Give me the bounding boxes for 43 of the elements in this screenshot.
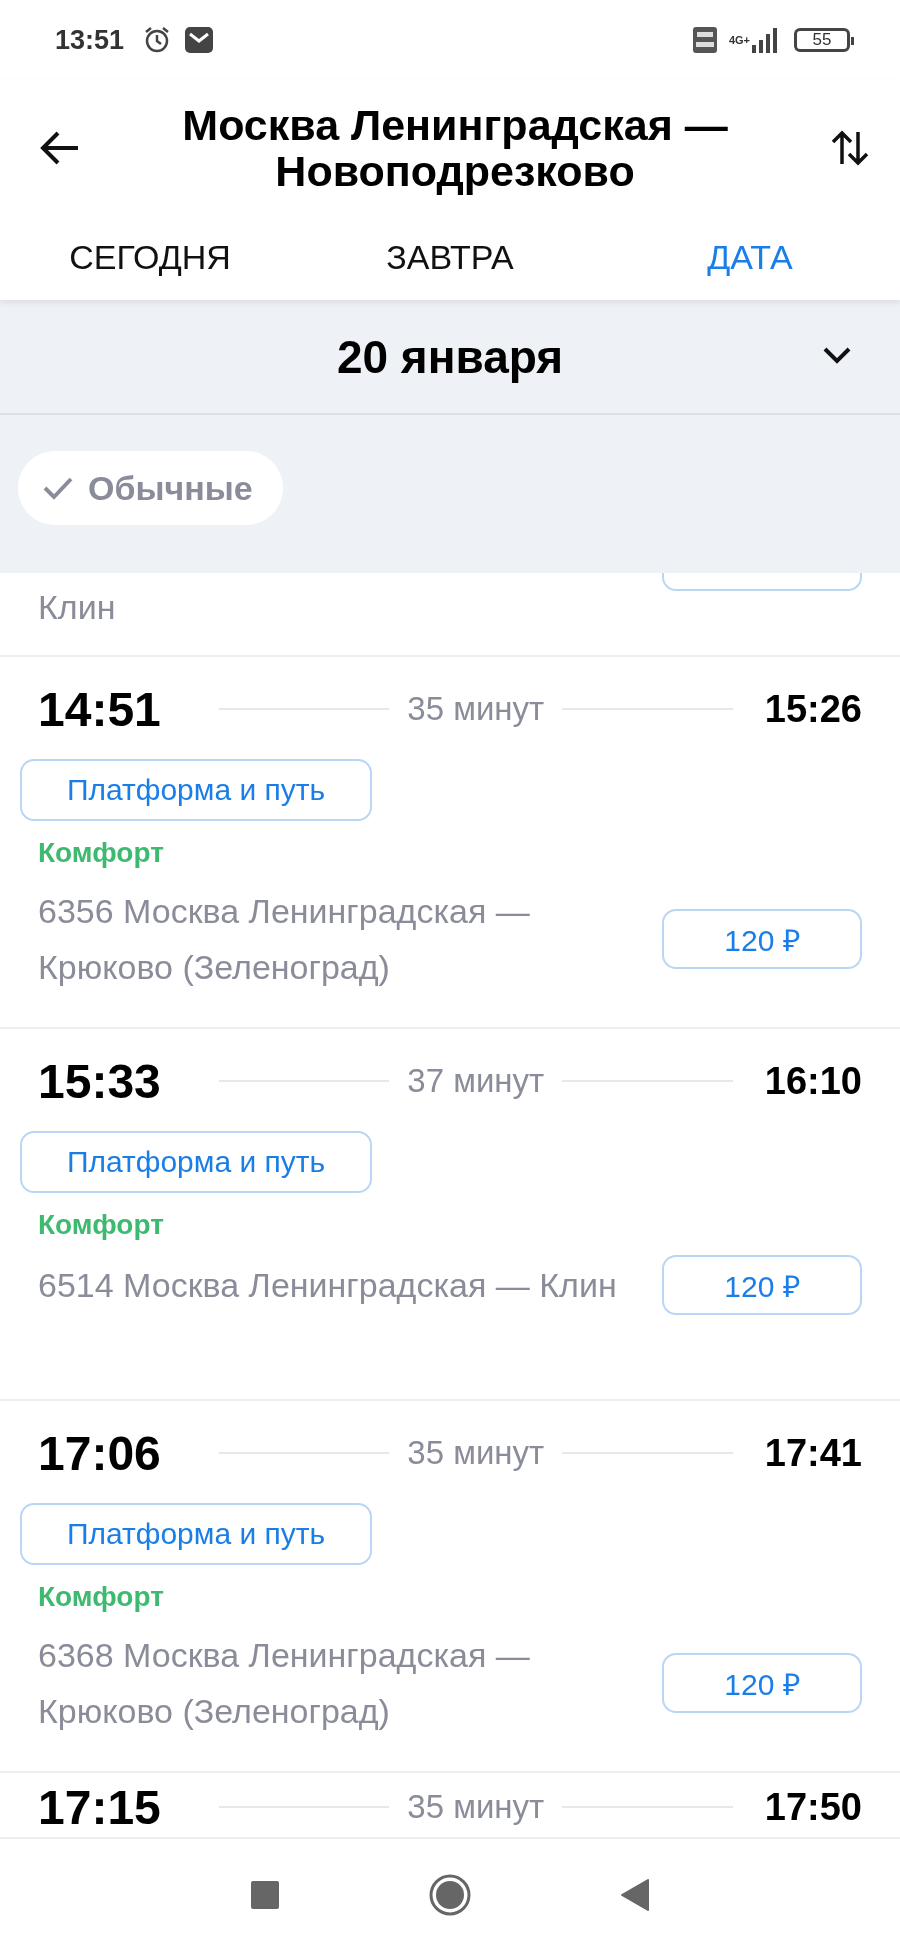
departure-time: 17:15 xyxy=(38,1779,161,1835)
date-tab[interactable]: ДАТА xyxy=(600,215,900,300)
date-tab[interactable]: СЕГОДНЯ xyxy=(0,215,300,300)
volte-icon xyxy=(692,27,717,53)
train-class: Комфорт xyxy=(37,836,164,870)
train-class: Комфорт xyxy=(37,1580,164,1614)
platform-button[interactable]: Платформа и путь xyxy=(20,759,372,821)
trip-duration: 37 минут xyxy=(407,1062,545,1100)
trip-duration: 35 минут xyxy=(407,1434,545,1472)
departure-time: 15:33 xyxy=(38,1053,161,1109)
train-card[interactable]: 17:06 35 минут 17:41 Платформа и путь Комфорт 6368 Москва Ленинградская — Крюково (Зеленоград) 120 ₽ xyxy=(0,1401,900,1773)
back-arrow-icon[interactable] xyxy=(40,129,80,166)
arrival-time: 15:26 xyxy=(764,687,862,731)
train-card[interactable]: 15:33 37 минут 16:10 Платформа и путь Комфорт 6514 Москва Ленинградская — Клин 120 ₽ xyxy=(0,1029,900,1401)
train-route: Клин xyxy=(38,587,117,628)
arrival-time: 16:10 xyxy=(764,1059,862,1103)
platform-button[interactable]: Платформа и путь xyxy=(20,1131,372,1193)
back-icon[interactable] xyxy=(621,1879,649,1911)
train-card[interactable]: 14:51 35 минут 15:26 Платформа и путь Комфорт 6356 Москва Ленинградская — Крюково (Зеленоград) 120 ₽ xyxy=(0,657,900,1029)
price-button[interactable]: 120 ₽ xyxy=(662,1255,862,1315)
home-icon[interactable] xyxy=(429,1874,471,1916)
price-button[interactable]: 120 ₽ xyxy=(662,1653,862,1713)
route-title: Москва Ленинградская — Новоподрезково xyxy=(181,101,729,194)
train-class: Комфорт xyxy=(37,1208,164,1242)
departure-time: 14:51 xyxy=(38,681,161,737)
departure-time: 17:06 xyxy=(38,1425,161,1481)
train-route: 6514 Москва Ленинградская — Клин xyxy=(38,1265,618,1306)
filter-chip[interactable]: Обычные xyxy=(18,451,283,525)
mail-icon xyxy=(184,26,215,54)
trip-duration: 35 минут xyxy=(407,1788,545,1826)
arrival-time: 17:41 xyxy=(764,1431,862,1475)
network-type: 4G+ xyxy=(728,34,750,46)
platform-button[interactable]: Платформа и путь xyxy=(20,1503,372,1565)
status-time: 13:51 xyxy=(55,24,125,56)
arrival-time: 17:50 xyxy=(764,1785,862,1829)
train-route: 6356 Москва Ленинградская — Крюково (Зеленоград) xyxy=(38,891,531,988)
chevron-down-icon[interactable] xyxy=(822,346,852,364)
price-button[interactable]: 120 ₽ xyxy=(662,909,862,969)
train-route: 6368 Москва Ленинградская — Крюково (Зеленоград) xyxy=(38,1635,531,1732)
date-selector[interactable]: 20 января xyxy=(336,329,564,384)
trip-duration: 35 минут xyxy=(407,690,545,728)
date-tab[interactable]: ЗАВТРА xyxy=(300,215,600,300)
signal-icon xyxy=(750,27,780,53)
